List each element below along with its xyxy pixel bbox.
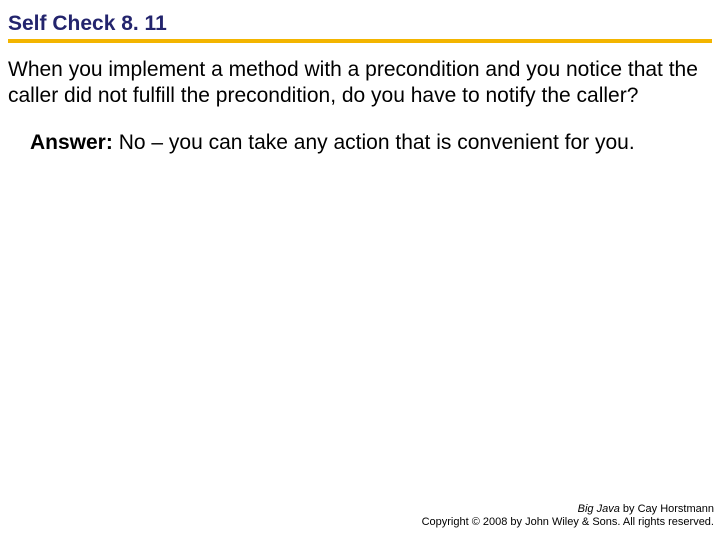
- answer-text: No – you can take any action that is con…: [113, 131, 635, 154]
- footer: Big Java by Cay Horstmann Copyright © 20…: [422, 503, 714, 531]
- footer-line-1: Big Java by Cay Horstmann: [422, 503, 714, 517]
- answer-label: Answer:: [30, 131, 113, 154]
- question-text: When you implement a method with a preco…: [8, 57, 712, 110]
- answer-block: Answer: No – you can take any action tha…: [8, 130, 712, 156]
- slide: Self Check 8. 11 When you implement a me…: [0, 0, 720, 540]
- book-title: Big Java: [578, 503, 620, 515]
- footer-line-2: Copyright © 2008 by John Wiley & Sons. A…: [422, 516, 714, 530]
- byline: by Cay Horstmann: [620, 503, 714, 515]
- slide-title: Self Check 8. 11: [8, 12, 712, 39]
- title-underline: [8, 39, 712, 43]
